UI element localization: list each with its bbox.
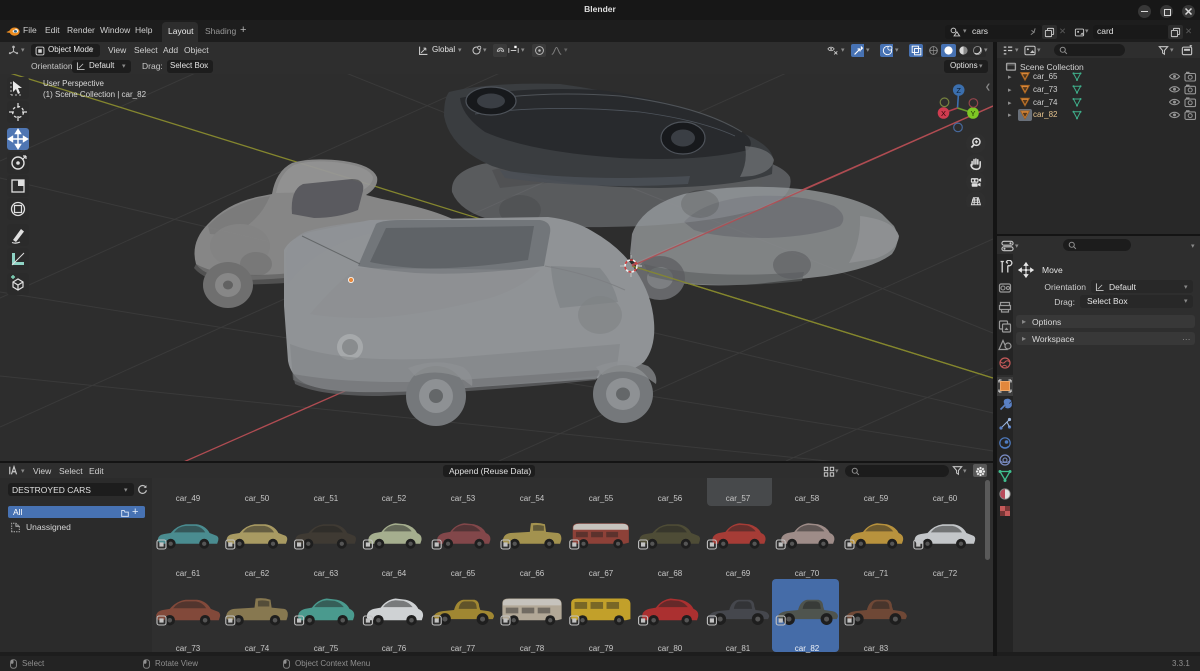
svg-text:Z: Z <box>956 86 961 95</box>
svg-text:Y: Y <box>970 109 975 118</box>
svg-text:X: X <box>941 109 946 118</box>
